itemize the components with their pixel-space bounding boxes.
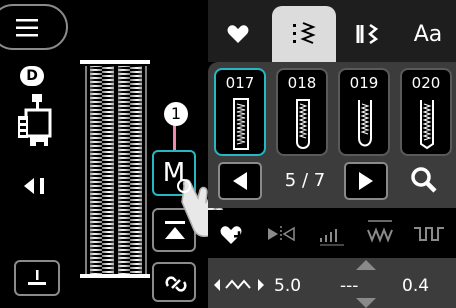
stitch-pattern-icon	[358, 100, 372, 147]
mirror-horizontal-icon[interactable]	[266, 224, 296, 244]
mirror-image-button[interactable]	[152, 262, 196, 302]
triangle-right-icon	[359, 172, 373, 190]
tab-decorative-stitches[interactable]	[340, 6, 394, 62]
menu-button[interactable]	[0, 4, 68, 50]
heart-icon	[227, 25, 249, 43]
stitch-preview	[74, 52, 158, 286]
utility-stitch-icon	[293, 22, 316, 44]
callout-line	[173, 124, 176, 152]
chain-link-icon	[165, 276, 187, 292]
triangle-left-icon	[233, 172, 247, 190]
page-next-button[interactable]	[344, 162, 388, 200]
stitch-width-value: 5.0	[274, 276, 302, 296]
tab-lettering[interactable]: Aa	[400, 6, 456, 62]
page-indicator: 5 / 7	[284, 170, 326, 191]
stitch-number: 020	[411, 74, 441, 92]
stitch-tile-019[interactable]: 019	[338, 68, 390, 156]
stitch-number: 018	[287, 74, 317, 92]
stitch-tile-017[interactable]: 017	[214, 68, 266, 156]
stitch-number: 019	[349, 74, 379, 92]
presser-foot-badge: D	[20, 66, 44, 86]
menu-icon	[16, 19, 38, 37]
tab-utility-stitches[interactable]	[272, 6, 336, 62]
stitch-pattern-icon	[420, 100, 434, 150]
stitch-number: 017	[225, 74, 255, 92]
down-arrow-icon[interactable]	[356, 298, 376, 308]
stitch-pattern-icon	[296, 99, 310, 149]
page-prev-button[interactable]	[218, 162, 262, 200]
elongation-icon[interactable]	[364, 218, 396, 246]
decorative-stitch-icon	[356, 23, 379, 45]
presser-foot-icon	[18, 94, 52, 150]
stitch-preview-pattern	[80, 60, 150, 278]
needle-down-icon	[28, 270, 46, 285]
search-icon	[411, 167, 437, 193]
stitch-tile-018[interactable]: 018	[276, 68, 328, 156]
stitch-pattern-icon	[233, 98, 249, 150]
needle-position-icon[interactable]	[24, 176, 50, 196]
stitch-tile-020[interactable]: 020	[400, 68, 452, 156]
stitch-density-icon[interactable]	[318, 224, 348, 246]
stitch-width-icon[interactable]	[214, 276, 264, 294]
tab-favorites[interactable]	[214, 6, 262, 62]
pattern-repeat-icon[interactable]	[412, 224, 448, 244]
stitch-length-dash: ---	[340, 276, 359, 296]
add-favorite-icon[interactable]	[220, 224, 246, 246]
needle-threader-button[interactable]	[14, 260, 60, 296]
callout-badge: 1	[164, 102, 188, 126]
stitch-length-value: 0.4	[402, 276, 430, 296]
tab-lettering-label: Aa	[413, 21, 443, 47]
search-button[interactable]	[410, 166, 446, 198]
up-arrow-icon[interactable]	[356, 260, 376, 270]
